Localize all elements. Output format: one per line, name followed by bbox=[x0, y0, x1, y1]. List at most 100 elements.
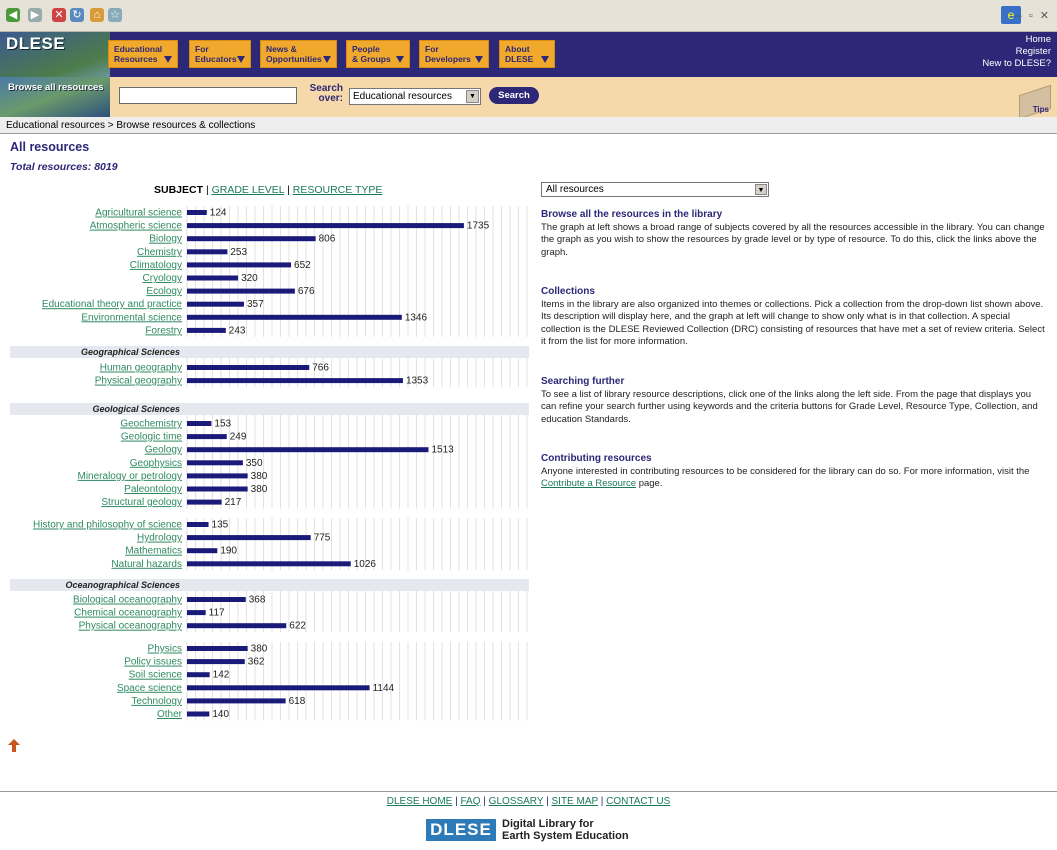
bar[interactable] bbox=[187, 365, 310, 370]
bar[interactable] bbox=[187, 711, 210, 717]
bar[interactable] bbox=[187, 522, 209, 527]
subject-link[interactable]: Policy issues bbox=[124, 657, 182, 668]
contribute-resource-link[interactable]: Contribute a Resource bbox=[541, 478, 636, 489]
bar[interactable] bbox=[187, 378, 403, 384]
nav-educational-resources[interactable]: Educational Resources bbox=[108, 40, 178, 68]
stop-icon[interactable]: ✕ bbox=[52, 8, 66, 22]
nav-people-groups[interactable]: People & Groups bbox=[346, 40, 410, 68]
subject-link[interactable]: Biological oceanography bbox=[73, 595, 182, 606]
browse-all-label[interactable]: Browse all resources bbox=[8, 82, 104, 93]
collection-select[interactable]: All resources ▼ bbox=[541, 182, 769, 197]
subject-link[interactable]: Ecology bbox=[146, 286, 182, 297]
subject-link[interactable]: Human geography bbox=[100, 363, 182, 374]
subject-link[interactable]: Physical geography bbox=[95, 376, 182, 387]
search-scope-select[interactable]: Educational resources ▼ bbox=[349, 88, 481, 105]
subject-link[interactable]: Agricultural science bbox=[95, 208, 182, 219]
bar[interactable] bbox=[187, 210, 207, 215]
footer-contact-link[interactable]: CONTACT US bbox=[606, 796, 670, 807]
subject-link[interactable]: Geology bbox=[145, 445, 182, 456]
search-button[interactable]: Search bbox=[489, 87, 539, 104]
subject-link[interactable]: Natural hazards bbox=[111, 559, 182, 570]
chevron-down-icon[interactable]: ▼ bbox=[466, 90, 479, 103]
back-icon[interactable]: ◀ bbox=[6, 8, 20, 22]
footer-faq-link[interactable]: FAQ bbox=[461, 796, 481, 807]
footer-glossary-link[interactable]: GLOSSARY bbox=[489, 796, 544, 807]
back-to-top-icon[interactable] bbox=[8, 739, 20, 752]
new-to-dlese-link[interactable]: New to DLESE? bbox=[982, 58, 1051, 70]
bar[interactable] bbox=[187, 236, 316, 242]
subject-link[interactable]: Forestry bbox=[145, 325, 182, 336]
bar[interactable] bbox=[187, 548, 218, 554]
bar[interactable] bbox=[187, 262, 292, 268]
subject-link[interactable]: Physical oceanography bbox=[79, 621, 182, 632]
register-link[interactable]: Register bbox=[982, 46, 1051, 58]
tab-resource-type[interactable]: RESOURCE TYPE bbox=[293, 184, 383, 196]
subject-link[interactable]: Biology bbox=[149, 234, 182, 245]
subject-link[interactable]: Soil science bbox=[129, 670, 183, 681]
subject-link[interactable]: Space science bbox=[117, 683, 182, 694]
bar[interactable] bbox=[187, 685, 370, 691]
footer-logo[interactable]: DLESE bbox=[426, 819, 496, 841]
subject-link[interactable]: Technology bbox=[131, 696, 182, 707]
bar[interactable] bbox=[187, 327, 226, 333]
subject-link[interactable]: Mineralogy or petrology bbox=[78, 471, 183, 482]
subject-link[interactable]: Chemical oceanography bbox=[74, 608, 182, 619]
bar[interactable] bbox=[187, 646, 248, 651]
subject-link[interactable]: Other bbox=[157, 709, 183, 720]
nav-for-developers[interactable]: For Developers bbox=[419, 40, 489, 68]
subject-link[interactable]: Physics bbox=[148, 644, 182, 655]
bar[interactable] bbox=[187, 597, 246, 602]
bar[interactable] bbox=[187, 672, 210, 678]
subject-link[interactable]: Environmental science bbox=[81, 312, 182, 323]
subject-link[interactable]: Geochemistry bbox=[120, 419, 182, 430]
nav-news-opportunities[interactable]: News & Opportunities bbox=[260, 40, 337, 68]
refresh-icon[interactable]: ↻ bbox=[70, 8, 84, 22]
subject-link[interactable]: Educational theory and practice bbox=[42, 299, 183, 310]
bar[interactable] bbox=[187, 499, 222, 505]
bar[interactable] bbox=[187, 434, 227, 440]
bar[interactable] bbox=[187, 535, 311, 541]
window-controls[interactable]: – ▫ ✕ bbox=[1016, 9, 1051, 22]
bar[interactable] bbox=[187, 447, 429, 453]
search-input[interactable] bbox=[119, 87, 297, 104]
bar[interactable] bbox=[187, 275, 239, 281]
bar[interactable] bbox=[187, 623, 287, 629]
bar[interactable] bbox=[187, 288, 295, 294]
chevron-down-icon[interactable]: ▼ bbox=[755, 184, 767, 195]
home-link[interactable]: Home bbox=[982, 34, 1051, 46]
bar[interactable] bbox=[187, 421, 212, 426]
bar[interactable] bbox=[187, 314, 402, 320]
tips-button[interactable]: Tips bbox=[1019, 84, 1051, 120]
subject-link[interactable]: Mathematics bbox=[125, 546, 182, 557]
bar-value-label: 618 bbox=[289, 696, 306, 707]
subject-link[interactable]: Hydrology bbox=[137, 533, 182, 544]
tab-subject[interactable]: SUBJECT bbox=[154, 184, 203, 196]
subject-link[interactable]: Structural geology bbox=[101, 497, 182, 508]
bar[interactable] bbox=[187, 698, 286, 704]
footer-sitemap-link[interactable]: SITE MAP bbox=[552, 796, 599, 807]
bar[interactable] bbox=[187, 223, 464, 229]
bar[interactable] bbox=[187, 486, 248, 492]
bar[interactable] bbox=[187, 610, 206, 616]
bar[interactable] bbox=[187, 561, 351, 567]
subject-link[interactable]: Chemistry bbox=[137, 247, 182, 258]
search-toolbar-icon[interactable]: ☆ bbox=[108, 8, 122, 22]
footer-home-link[interactable]: DLESE HOME bbox=[387, 796, 453, 807]
subject-link[interactable]: History and philosophy of science bbox=[33, 520, 182, 531]
bar[interactable] bbox=[187, 249, 228, 255]
subject-link[interactable]: Paleontology bbox=[124, 484, 182, 495]
bar[interactable] bbox=[187, 460, 243, 466]
subject-link[interactable]: Climatology bbox=[130, 260, 182, 271]
bar[interactable] bbox=[187, 659, 245, 665]
forward-icon[interactable]: ▶ bbox=[28, 8, 42, 22]
home-icon[interactable]: ⌂ bbox=[90, 8, 104, 22]
bar[interactable] bbox=[187, 473, 248, 479]
nav-for-educators[interactable]: For Educators bbox=[189, 40, 251, 68]
tab-grade-level[interactable]: GRADE LEVEL bbox=[212, 184, 285, 196]
subject-link[interactable]: Cryology bbox=[143, 273, 182, 284]
bar[interactable] bbox=[187, 301, 244, 307]
subject-link[interactable]: Geologic time bbox=[121, 432, 183, 443]
subject-link[interactable]: Geophysics bbox=[130, 458, 182, 469]
subject-link[interactable]: Atmospheric science bbox=[90, 221, 183, 232]
nav-about-dlese[interactable]: About DLESE bbox=[499, 40, 555, 68]
